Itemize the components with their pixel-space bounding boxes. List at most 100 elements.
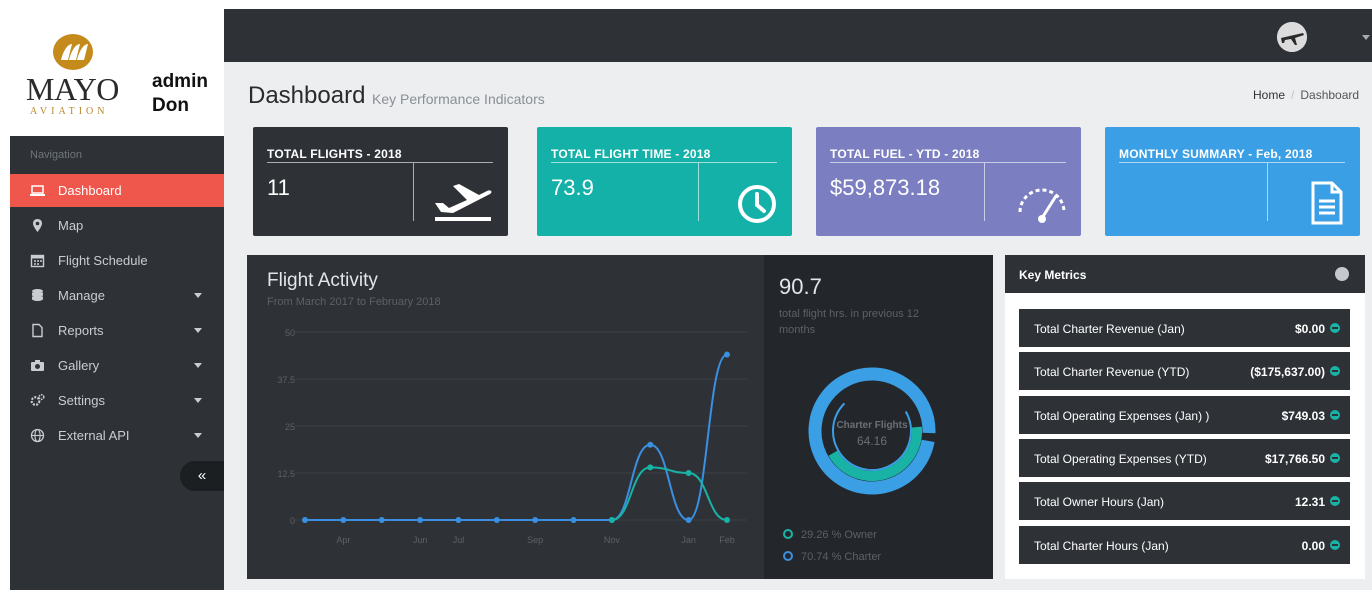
calendar-icon xyxy=(30,254,45,268)
y-tick-label: 37.5 xyxy=(277,375,295,385)
file-icon xyxy=(32,323,43,338)
kpi-card-total-fuel[interactable]: TOTAL FUEL - YTD - 2018 $59,873.18 xyxy=(816,127,1081,236)
metric-value: ($175,637.00) xyxy=(1250,365,1325,379)
chevron-down-icon xyxy=(194,398,202,403)
globe-icon xyxy=(30,428,45,443)
sidebar-item-label: Gallery xyxy=(58,358,100,373)
chart-grid xyxy=(295,331,747,521)
x-tick-label: Nov xyxy=(604,535,621,545)
kpi-card-total-flight-time[interactable]: TOTAL FLIGHT TIME - 2018 73.9 xyxy=(537,127,792,236)
kpi-title: TOTAL FLIGHTS - 2018 xyxy=(267,147,402,161)
metric-operating-expenses-ytd[interactable]: Total Operating Expenses (YTD) $17,766.5… xyxy=(1019,439,1350,477)
minus-circle-icon[interactable] xyxy=(1330,453,1340,463)
metric-charter-revenue-ytd[interactable]: Total Charter Revenue (YTD) ($175,637.00… xyxy=(1019,352,1350,390)
data-point xyxy=(685,470,692,476)
panel-title: Flight Activity xyxy=(267,270,378,291)
kpi-divider-vertical xyxy=(413,163,414,221)
chevron-down-icon xyxy=(194,293,202,298)
kpi-card-total-flights[interactable]: TOTAL FLIGHTS - 2018 11 xyxy=(253,127,508,236)
panel-subtitle: From March 2017 to February 2018 xyxy=(267,296,441,308)
sidebar-item-label: Reports xyxy=(58,323,104,338)
legend-label: 70.74 % Charter xyxy=(801,551,882,563)
panel-title: Key Metrics xyxy=(1019,268,1087,282)
chevron-down-icon xyxy=(194,363,202,368)
minus-circle-icon[interactable] xyxy=(1330,366,1340,376)
flight-activity-panel: Flight Activity From March 2017 to Febru… xyxy=(247,255,993,579)
data-point xyxy=(378,517,385,523)
legend-charter: 70.74 % Charter xyxy=(783,551,881,563)
airplane-avatar-icon xyxy=(1277,22,1307,52)
plane-takeoff-icon xyxy=(435,184,492,221)
donut-label: Charter Flights xyxy=(836,420,908,431)
y-tick-label: 50 xyxy=(285,328,295,338)
database-icon xyxy=(32,289,43,301)
x-tick-label: Feb xyxy=(719,535,735,545)
chart-x-axis: Apr Jun Jul Sep Nov Jan Feb xyxy=(336,535,734,545)
breadcrumb: Home / Dashboard xyxy=(1253,88,1359,102)
sidebar-collapse-button[interactable]: « xyxy=(180,461,224,491)
data-point xyxy=(647,441,654,448)
kpi-value: 11 xyxy=(267,175,290,200)
minus-circle-icon[interactable] xyxy=(1330,496,1340,506)
data-point xyxy=(570,517,577,523)
user-avatar[interactable] xyxy=(1277,22,1307,52)
chevron-down-icon xyxy=(194,433,202,438)
user-role: admin xyxy=(152,71,208,92)
kpi-value: 73.9 xyxy=(551,175,594,200)
series-line-1 xyxy=(611,466,728,521)
metric-operating-expenses-jan[interactable]: Total Operating Expenses (Jan) ) $749.03 xyxy=(1019,396,1350,434)
brand-tagline: AVIATION xyxy=(30,106,109,117)
charter-owner-donut: Charter Flights 64.16 xyxy=(808,367,936,495)
sidebar-item-dashboard[interactable]: Dashboard xyxy=(10,174,224,207)
total-flight-hours: 90.7 xyxy=(779,274,822,299)
data-point xyxy=(608,517,615,523)
kpi-title: TOTAL FUEL - YTD - 2018 xyxy=(830,147,980,161)
kpi-card-monthly-summary[interactable]: MONTHLY SUMMARY - Feb, 2018 xyxy=(1105,127,1360,236)
data-point xyxy=(340,517,347,523)
sidebar-item-gallery[interactable]: Gallery xyxy=(10,349,224,382)
breadcrumb-current: Dashboard xyxy=(1300,88,1360,102)
x-tick-label: Apr xyxy=(336,535,350,545)
kpi-divider-vertical xyxy=(698,163,699,221)
x-tick-label: Jan xyxy=(681,535,696,545)
metric-label: Total Charter Revenue (Jan) xyxy=(1034,322,1185,336)
sidebar-item-external-api[interactable]: External API xyxy=(10,419,224,452)
kpi-value: $59,873.18 xyxy=(830,175,941,200)
gauge-icon xyxy=(1018,188,1066,223)
data-point xyxy=(532,517,539,523)
metric-charter-revenue-jan[interactable]: Total Charter Revenue (Jan) $0.00 xyxy=(1019,309,1350,347)
sidebar-item-reports[interactable]: Reports xyxy=(10,314,224,347)
metric-label: Total Charter Revenue (YTD) xyxy=(1034,365,1190,379)
chevron-down-icon xyxy=(194,328,202,333)
kpi-divider xyxy=(267,162,493,163)
brand-name: MAYO xyxy=(26,71,119,107)
y-tick-label: 25 xyxy=(285,422,295,432)
y-tick-label: 0 xyxy=(290,516,295,526)
legend-charter-marker xyxy=(783,551,793,561)
minus-circle-icon[interactable] xyxy=(1330,540,1340,550)
metric-value: 12.31 xyxy=(1294,495,1325,509)
total-flight-hours-label: total flight hrs. in previous 12 months xyxy=(779,308,920,336)
kpi-divider xyxy=(830,162,1066,163)
minus-circle-icon[interactable] xyxy=(1330,410,1340,420)
sidebar-item-manage[interactable]: Manage xyxy=(10,279,224,312)
info-icon[interactable] xyxy=(1335,267,1349,281)
flight-activity-chart: 0 12.5 25 37.5 50 Apr Jun Jul Sep Nov Jan Feb xyxy=(277,328,747,545)
metric-value: $0.00 xyxy=(1294,322,1325,336)
sidebar: MAYO AVIATION admin Don Navigation Dashb… xyxy=(10,9,224,590)
legend-owner: 29.26 % Owner xyxy=(783,529,877,541)
metric-owner-hours-jan[interactable]: Total Owner Hours (Jan) 12.31 xyxy=(1019,482,1350,520)
sidebar-item-flight-schedule[interactable]: Flight Schedule xyxy=(10,244,224,277)
camera-icon xyxy=(31,360,44,371)
minus-circle-icon[interactable] xyxy=(1330,323,1340,333)
sidebar-item-label: External API xyxy=(58,428,130,443)
kpi-title: MONTHLY SUMMARY - Feb, 2018 xyxy=(1119,147,1313,161)
breadcrumb-home-link[interactable]: Home xyxy=(1253,88,1285,102)
chevron-down-icon[interactable] xyxy=(1362,35,1370,40)
kpi-divider xyxy=(1119,162,1345,163)
metric-label: Total Operating Expenses (Jan) ) xyxy=(1034,409,1210,423)
key-metrics-header: Key Metrics xyxy=(1005,255,1365,293)
sidebar-item-settings[interactable]: Settings xyxy=(10,384,224,417)
sidebar-item-map[interactable]: Map xyxy=(10,209,224,242)
metric-charter-hours-jan[interactable]: Total Charter Hours (Jan) 0.00 xyxy=(1019,526,1350,564)
